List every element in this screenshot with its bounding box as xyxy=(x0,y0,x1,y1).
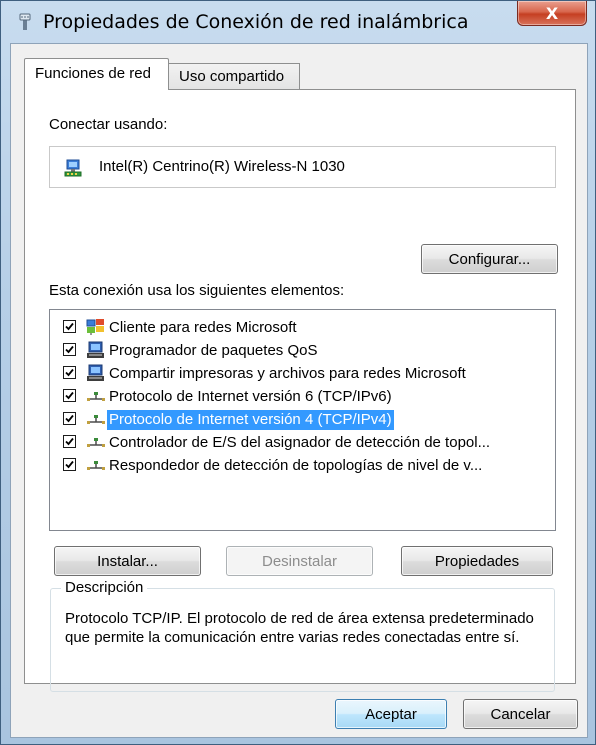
item-checkbox[interactable] xyxy=(63,389,76,402)
checkmark-icon xyxy=(65,414,74,423)
list-item[interactable]: Protocolo de Internet versión 6 (TCP/IPv… xyxy=(50,385,555,407)
network-client-icon xyxy=(86,319,104,335)
item-label: Programador de paquetes QoS xyxy=(109,342,318,359)
tab-panel-funciones-de-red: Conectar usando: Intel(R) Centrino(R) Wi… xyxy=(24,89,576,692)
tab-funciones-de-red[interactable]: Funciones de red xyxy=(24,58,169,90)
list-item[interactable]: Cliente para redes Microsoft xyxy=(50,316,555,338)
description-legend: Descripción xyxy=(61,579,148,596)
tab-uso-compartido[interactable]: Uso compartido xyxy=(169,63,300,90)
protocol-icon xyxy=(87,438,105,447)
title-bar[interactable]: Propiedades de Conexión de red inalámbri… xyxy=(1,1,595,43)
checkmark-icon xyxy=(65,437,74,446)
list-item-selected[interactable]: Protocolo de Internet versión 4 (TCP/IPv… xyxy=(50,408,555,430)
connect-using-label: Conectar usando: xyxy=(49,116,168,133)
item-label: Controlador de E/S del asignador de dete… xyxy=(109,434,491,451)
item-checkbox[interactable] xyxy=(63,458,76,471)
checkmark-icon xyxy=(65,391,74,400)
install-button[interactable]: Instalar... xyxy=(54,546,201,576)
adapter-name: Intel(R) Centrino(R) Wireless-N 1030 xyxy=(99,158,345,175)
close-icon: X xyxy=(545,3,559,23)
checkmark-icon xyxy=(65,460,74,469)
protocol-icon xyxy=(87,392,105,401)
item-label: Respondedor de detección de topologías d… xyxy=(109,457,483,474)
item-label: Protocolo de Internet versión 6 (TCP/IPv… xyxy=(109,388,392,405)
item-label: Compartir impresoras y archivos para red… xyxy=(109,365,466,382)
uninstall-button[interactable]: Desinstalar xyxy=(226,546,373,576)
close-button[interactable]: X xyxy=(517,1,587,26)
item-checkbox[interactable] xyxy=(63,343,76,356)
ok-button[interactable]: Aceptar xyxy=(335,699,447,729)
description-group: Descripción Protocolo TCP/IP. El protoco… xyxy=(50,579,555,692)
item-label: Protocolo de Internet versión 4 (TCP/IPv… xyxy=(107,410,394,430)
checkmark-icon xyxy=(65,322,74,331)
network-connection-icon xyxy=(19,13,31,30)
item-checkbox[interactable] xyxy=(63,412,76,425)
window-title: Propiedades de Conexión de red inalámbri… xyxy=(43,11,469,33)
network-service-icon xyxy=(87,364,104,381)
properties-dialog: Propiedades de Conexión de red inalámbri… xyxy=(0,0,596,745)
item-checkbox[interactable] xyxy=(63,435,76,448)
item-label: Cliente para redes Microsoft xyxy=(109,319,297,336)
properties-button[interactable]: Propiedades xyxy=(401,546,553,576)
items-label: Esta conexión usa los siguientes element… xyxy=(49,282,345,299)
dialog-client-area: Funciones de red Uso compartido Conectar… xyxy=(10,43,588,738)
list-item[interactable]: Respondedor de detección de topologías d… xyxy=(50,454,555,476)
list-item[interactable]: Programador de paquetes QoS xyxy=(50,339,555,361)
configure-button[interactable]: Configurar... xyxy=(421,244,558,274)
cancel-button[interactable]: Cancelar xyxy=(463,699,578,729)
protocol-icon xyxy=(87,415,105,424)
checkmark-icon xyxy=(65,345,74,354)
network-service-icon xyxy=(87,341,104,358)
components-list[interactable]: Cliente para redes Microsoft Programador… xyxy=(49,309,556,531)
adapter-field: Intel(R) Centrino(R) Wireless-N 1030 xyxy=(49,146,556,188)
list-item[interactable]: Compartir impresoras y archivos para red… xyxy=(50,362,555,384)
item-checkbox[interactable] xyxy=(63,320,76,333)
checkmark-icon xyxy=(65,368,74,377)
description-text: Protocolo TCP/IP. El protocolo de red de… xyxy=(65,610,534,646)
list-item[interactable]: Controlador de E/S del asignador de dete… xyxy=(50,431,555,453)
protocol-icon xyxy=(87,461,105,470)
item-checkbox[interactable] xyxy=(63,366,76,379)
network-adapter-icon xyxy=(64,159,82,177)
